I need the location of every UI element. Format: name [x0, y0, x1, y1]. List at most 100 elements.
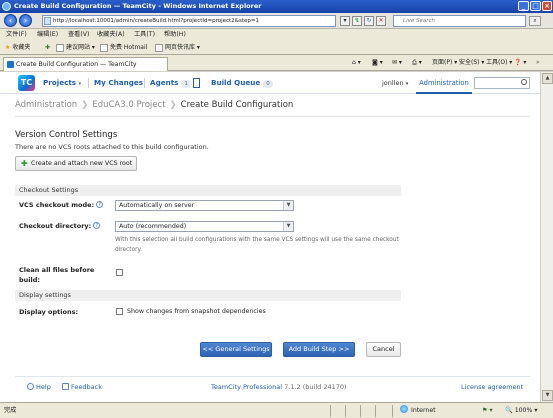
breadcrumb: Administration ❯ EduCA3.0 Project ❯ Create B… [15, 100, 293, 110]
nav-my-changes[interactable]: My Changes [94, 72, 143, 94]
vcs-mode-value: Automatically on server [119, 202, 195, 209]
refresh-icon[interactable]: ↻ [364, 16, 374, 26]
teamcity-header: TC Projects ▾ My Changes Agents 1 Build Q… [0, 72, 540, 94]
checkout-directory-note: With this selection all build configurat… [115, 237, 399, 253]
help-icon[interactable]: ? [93, 222, 101, 229]
nav-divider [88, 78, 89, 88]
page-title: Create Build Configuration [180, 100, 294, 110]
menu-file[interactable]: 文件(F) [6, 29, 27, 40]
stop-icon[interactable]: ✕ [376, 16, 386, 26]
page-menu[interactable]: 页面(P) ▾ [432, 55, 457, 71]
teamcity-logo[interactable]: TC [18, 75, 35, 91]
webslice-icon [155, 43, 163, 52]
checkout-directory-label: Checkout directory:? [19, 222, 101, 230]
user-menu[interactable]: jonllen ▾ [382, 72, 408, 95]
breadcrumb-separator-icon: ❯ [169, 100, 177, 110]
snapshot-dependencies-checkbox[interactable] [116, 308, 123, 315]
fav-item-hotmail[interactable]: 免费 Hotmail [100, 40, 147, 55]
nav-agents[interactable]: Agents 1 [150, 72, 191, 94]
mail-icon[interactable]: ✉ ▾ [392, 55, 402, 71]
clean-files-checkbox[interactable] [116, 269, 123, 276]
divider [15, 116, 530, 117]
add-build-step-button[interactable]: Add Build Step >> [283, 342, 355, 357]
checkout-settings-header: Checkout Settings [15, 185, 401, 196]
overflow-icon[interactable]: » [536, 55, 540, 71]
general-settings-button[interactable]: << General Settings [200, 342, 272, 357]
status-divider [375, 405, 376, 417]
nav-administration[interactable]: Administration [416, 72, 472, 94]
snapshot-dependencies-label[interactable]: Show changes from snapshot dependencies [127, 308, 266, 315]
vcs-checkout-mode-label: VCS checkout mode:? [19, 201, 104, 209]
fav-label-suggested: 建议网站 ▾ [66, 44, 95, 51]
vcs-description: There are no VCS roots attached to this … [15, 143, 209, 151]
queue-count-badge: 0 [263, 80, 273, 88]
search-placeholder: Live Search [403, 18, 435, 24]
nav-projects[interactable]: Projects ▾ [43, 72, 81, 94]
menu-edit[interactable]: 编辑(E) [37, 29, 58, 40]
fav-item-webslice[interactable]: 网页快讯库 ▾ [155, 40, 200, 55]
tools-menu[interactable]: 工具(O) ▾ [486, 55, 512, 71]
chevron-down-icon: ▼ [283, 201, 293, 210]
breadcrumb-administration[interactable]: Administration [15, 100, 77, 110]
dropdown-icon[interactable]: ▾ [340, 16, 350, 26]
checkout-directory-select[interactable]: Auto (recommended) ▼ [115, 221, 294, 232]
add-favorite-icon[interactable]: ✚ [45, 40, 50, 55]
breadcrumb-project[interactable]: EduCA3.0 Project [92, 100, 165, 110]
nav-projects-label: Projects [43, 78, 77, 87]
internet-zone[interactable]: Internet [400, 403, 436, 418]
protected-mode-icon[interactable]: ⚑ ▾ [482, 403, 493, 418]
maximize-button[interactable]: □ [530, 1, 541, 11]
home-icon[interactable]: ⌂ ▾ [352, 55, 361, 71]
menu-view[interactable]: 查看(V) [68, 29, 89, 40]
display-settings-header: Display settings [15, 290, 401, 301]
help-icon[interactable]: ? [96, 201, 104, 208]
favorites-bar: ★ 收藏夹 ✚ 建议网站 ▾ 免费 Hotmail 网页快讯库 ▾ [0, 40, 553, 55]
build-queue-icon [193, 78, 200, 88]
search-icon[interactable]: ⌕ [529, 16, 541, 26]
scroll-down-icon[interactable]: ▼ [542, 390, 553, 401]
status-divider [360, 405, 361, 417]
fav-item-suggested[interactable]: 建议网站 ▾ [56, 40, 95, 55]
cancel-button[interactable]: Cancel [366, 342, 401, 357]
back-button[interactable]: ‹ [4, 14, 17, 27]
live-search-input[interactable]: Live Search [393, 15, 526, 27]
browser-tab[interactable]: Create Build Configuration — TeamCity [3, 57, 168, 71]
nav-build-queue-label: Build Queue [211, 78, 261, 87]
vcs-checkout-mode-select[interactable]: Automatically on server ▼ [115, 200, 294, 211]
favorites-button[interactable]: ★ 收藏夹 [5, 40, 30, 55]
forward-button[interactable]: › [19, 14, 32, 27]
url-input[interactable]: http://localhost:10001/admin/createBuild… [42, 15, 336, 27]
dir-value: Auto (recommended) [119, 223, 187, 230]
status-divider [330, 405, 331, 417]
close-window-button[interactable]: × [542, 1, 552, 11]
product-link[interactable]: TeamCity Professional [211, 383, 282, 391]
menu-favorites[interactable]: 收藏夹(A) [97, 29, 125, 40]
footer-help-link[interactable]: Help [27, 383, 51, 391]
page-scrollbar[interactable]: ▲ ▼ [540, 72, 553, 402]
teamcity-favicon [7, 61, 14, 68]
display-options-label: Display options: [19, 308, 79, 316]
license-agreement-link[interactable]: License agreement [461, 383, 523, 391]
zoom-level: 100% [514, 407, 533, 414]
fav-label-hotmail: 免费 Hotmail [110, 44, 148, 51]
chevron-down-icon: ▼ [283, 222, 293, 231]
url-text: http://localhost:10001/admin/createBuild… [53, 18, 259, 24]
username: jonllen [382, 79, 404, 87]
scroll-up-icon[interactable]: ▲ [542, 73, 553, 84]
help-menu[interactable]: ❓ ▾ [514, 55, 526, 71]
print-icon[interactable]: ⎙ ▾ [412, 55, 422, 71]
minimize-button[interactable]: _ [518, 1, 529, 11]
feeds-icon[interactable]: ◙ ▾ [372, 55, 383, 71]
menu-help[interactable]: 帮助(H) [164, 29, 186, 40]
create-attach-vcs-root-button[interactable]: ✚ Create and attach new VCS root [15, 156, 137, 171]
nav-build-queue[interactable]: Build Queue 0 [211, 72, 273, 94]
menu-tools[interactable]: 工具(T) [134, 29, 155, 40]
teamcity-search-input[interactable] [474, 77, 530, 89]
footer-feedback-link[interactable]: Feedback [62, 383, 102, 391]
compat-view-icon[interactable]: ↯ [352, 16, 362, 26]
chevron-down-icon: ▾ [78, 81, 82, 87]
agents-count-badge: 1 [181, 80, 191, 88]
safety-menu[interactable]: 安全(S) ▾ [459, 55, 484, 71]
zoom-control[interactable]: 🔍 100% ▾ [505, 403, 537, 418]
footer-product: TeamCity Professional 7.1.2 (build 24170… [211, 383, 347, 391]
